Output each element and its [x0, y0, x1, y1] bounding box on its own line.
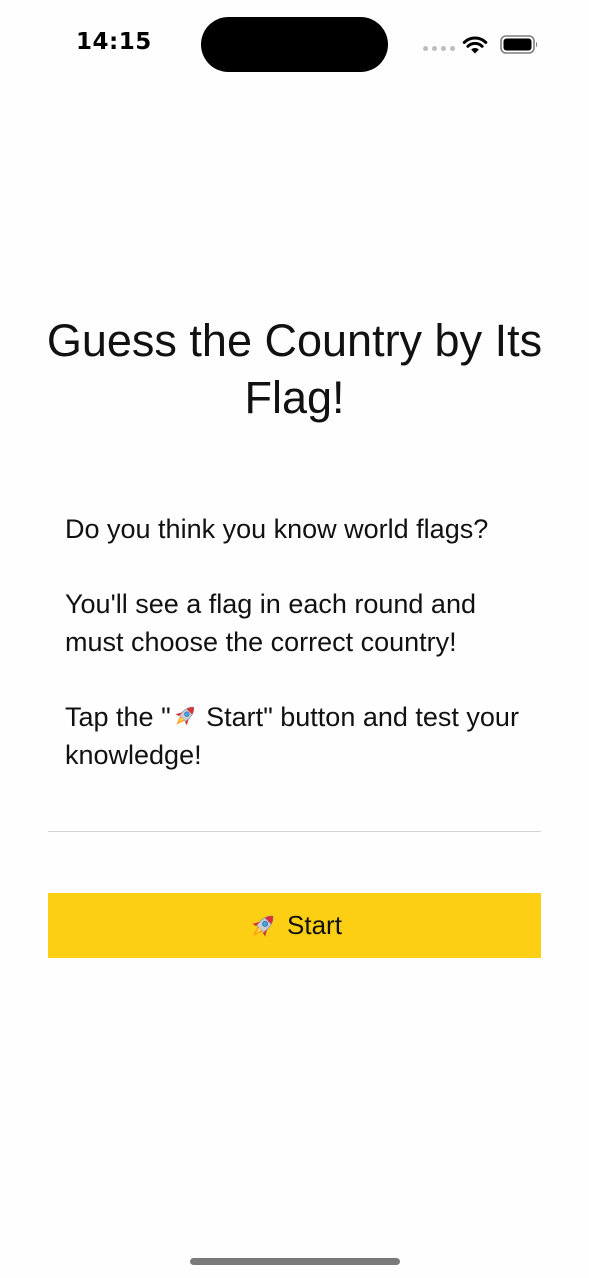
wifi-icon — [462, 36, 488, 54]
intro-line-3: Tap the " Start" button and test your kn… — [65, 698, 535, 774]
status-bar: 14:15 — [0, 0, 589, 88]
page-title: Guess the Country by Its Flag! — [46, 315, 543, 423]
rocket-icon — [175, 706, 194, 726]
battery-icon — [500, 35, 538, 54]
dynamic-island — [201, 17, 388, 72]
intro-line-1: Do you think you know world flags? — [65, 514, 489, 544]
divider — [48, 831, 541, 832]
intro-line-3-prefix: Tap the " — [65, 702, 171, 732]
intro-line-3-button-ref: Start — [198, 702, 264, 732]
status-time: 14:15 — [76, 29, 152, 55]
start-button[interactable]: Start — [48, 893, 541, 958]
intro-text: Do you think you know world flags? You'l… — [65, 510, 535, 811]
home-indicator[interactable] — [190, 1258, 400, 1265]
cellular-signal-icon — [423, 46, 455, 51]
rocket-icon — [252, 915, 274, 937]
start-button-label: Start — [287, 910, 342, 940]
intro-line-2: You'll see a flag in each round and must… — [65, 589, 476, 657]
